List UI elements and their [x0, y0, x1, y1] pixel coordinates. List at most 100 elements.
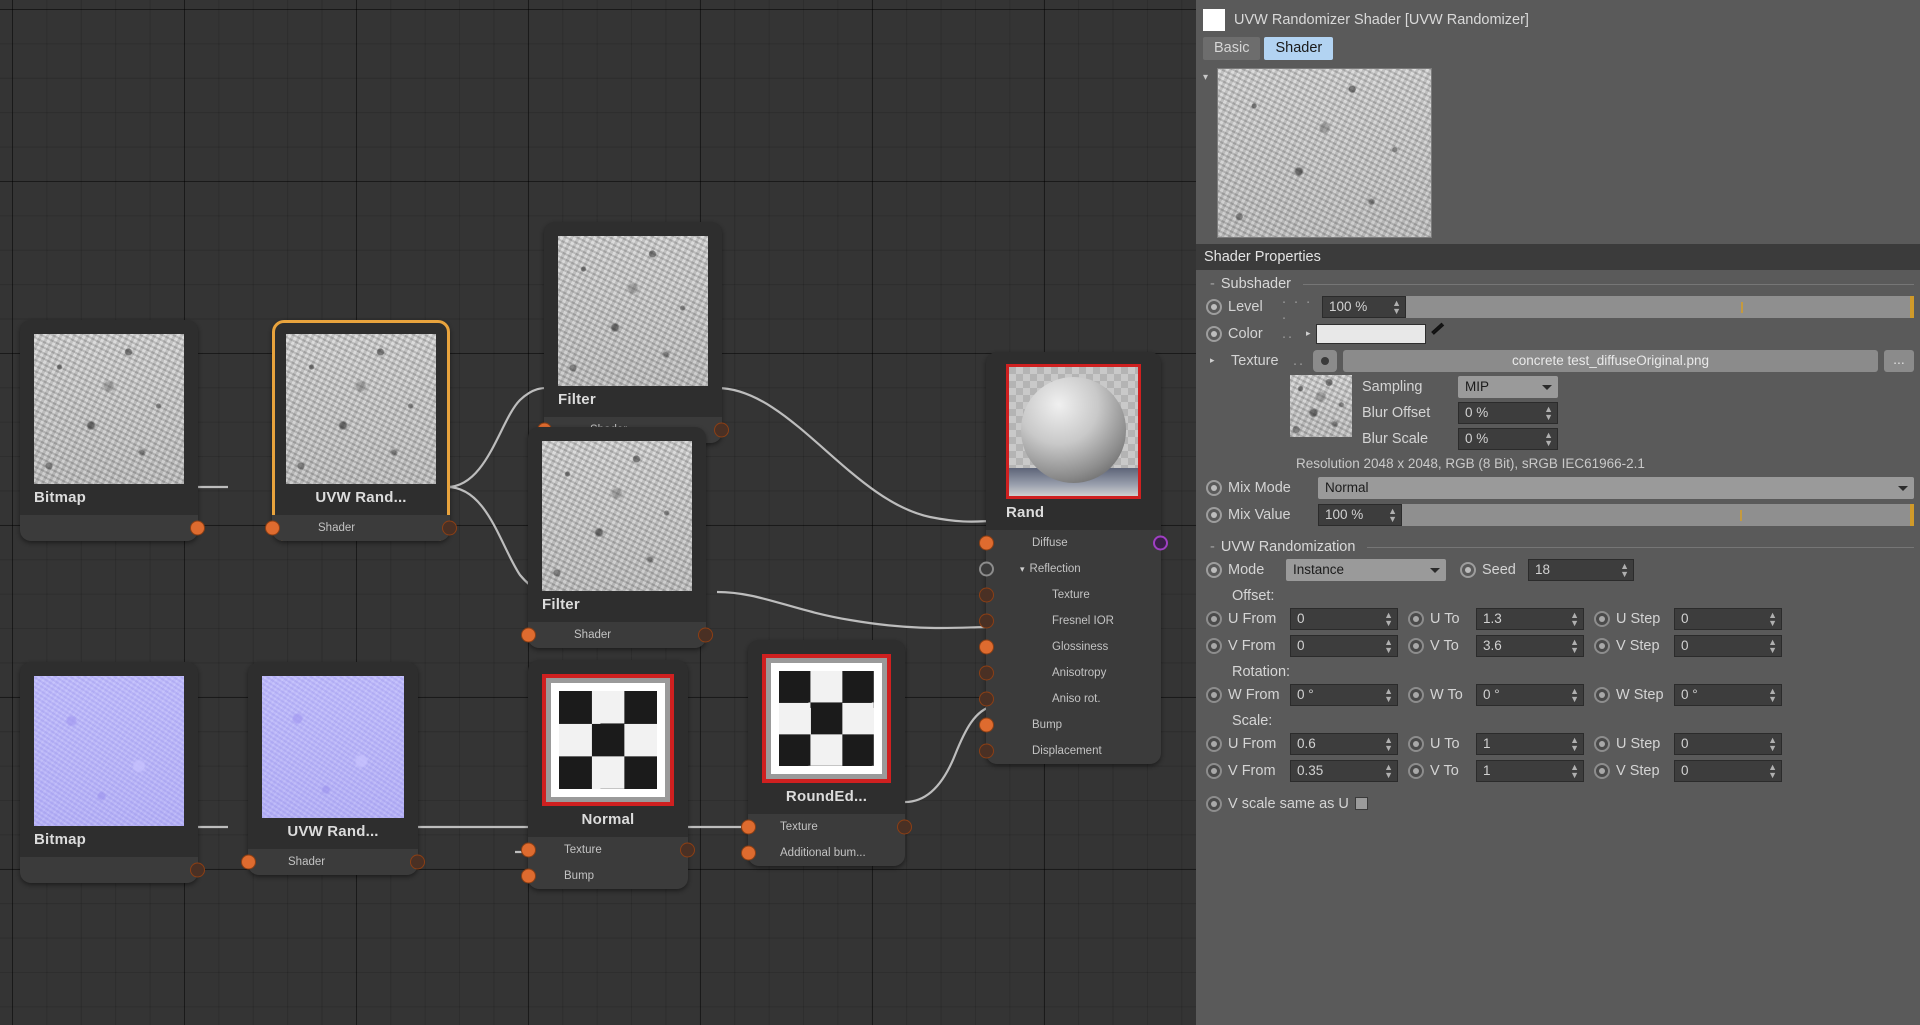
offset-u-step-radio[interactable] — [1594, 610, 1610, 627]
port-in-aniso-rot[interactable] — [979, 691, 994, 707]
port-in-additional-bump[interactable] — [741, 845, 756, 861]
rot-w-from-radio[interactable] — [1206, 686, 1222, 703]
group-collapse-dash[interactable]: - — [1210, 276, 1215, 292]
scale-v-from-input[interactable]: 0.35 ▲ ▼ — [1290, 759, 1398, 782]
port-out-shader[interactable] — [680, 842, 695, 858]
rot-w-to-input[interactable]: 0 ° ▲ ▼ — [1476, 683, 1584, 706]
port-in-diffuse[interactable] — [979, 535, 994, 551]
node-port-row-texture[interactable]: Texture — [741, 814, 912, 840]
seed-anim-radio[interactable] — [1460, 561, 1476, 578]
node-port-row-texture[interactable]: Texture — [979, 582, 1161, 608]
scale-u-from-input[interactable]: 0.6 ▲ ▼ — [1290, 732, 1398, 755]
port-out-shader[interactable] — [190, 520, 205, 536]
offset-v-step-radio[interactable] — [1594, 637, 1610, 654]
sampling-dropdown[interactable]: MIP — [1458, 376, 1558, 398]
texture-path-field[interactable]: concrete test_diffuseOriginal.png — [1343, 349, 1878, 372]
mode-anim-radio[interactable] — [1206, 561, 1222, 578]
port-out-shader[interactable] — [714, 422, 729, 438]
node-bitmap-normal[interactable]: Bitmap — [20, 662, 205, 883]
port-out-shader[interactable] — [410, 854, 425, 870]
mix-value-anim-radio[interactable] — [1206, 506, 1222, 523]
scale-u-to-radio[interactable] — [1408, 735, 1424, 752]
node-port-row-texture[interactable]: Texture — [521, 837, 695, 863]
node-filter-lower[interactable]: Filter Shader — [521, 427, 713, 648]
level-slider[interactable] — [1406, 295, 1914, 318]
offset-v-from-input[interactable]: 0 ▲ ▼ — [1290, 634, 1398, 657]
port-in-glossiness[interactable] — [979, 639, 994, 655]
port-in-displacement[interactable] — [979, 743, 994, 759]
node-editor-canvas[interactable]: Bitmap UVW Rand... Shader Filter Filter … — [0, 0, 1196, 1025]
scale-v-step-input[interactable]: 0 ▲ ▼ — [1674, 759, 1782, 782]
port-in-shader[interactable] — [521, 627, 536, 643]
v-scale-same-checkbox[interactable] — [1354, 797, 1368, 810]
node-port-row-reflection[interactable]: ▾ Reflection — [979, 556, 1161, 582]
scale-v-to-radio[interactable] — [1408, 762, 1424, 779]
scale-u-step-input[interactable]: 0 ▲ ▼ — [1674, 732, 1782, 755]
level-anim-radio[interactable] — [1206, 298, 1222, 315]
node-port-row-displacement[interactable]: Displacement — [979, 738, 1161, 764]
node-port-row-bump[interactable]: Bump — [521, 863, 688, 889]
color-anim-radio[interactable] — [1206, 325, 1222, 342]
node-round-edges[interactable]: RoundEd... Texture Additional bum... — [741, 640, 912, 866]
node-port-row-shader[interactable]: Shader — [241, 849, 425, 875]
node-uvw-randomizer-diffuse[interactable]: UVW Rand... Shader — [265, 320, 457, 541]
rot-w-step-radio[interactable] — [1594, 686, 1610, 703]
v-scale-same-radio[interactable] — [1206, 795, 1222, 812]
port-out-shader[interactable] — [442, 520, 457, 536]
mix-value-slider[interactable] — [1402, 503, 1914, 526]
port-in-texture[interactable] — [741, 819, 756, 835]
node-filter-upper[interactable]: Filter Shader — [537, 222, 729, 443]
group-title-uvw-randomization[interactable]: - UVW Randomization — [1206, 533, 1914, 557]
offset-u-step-input[interactable]: 0 ▲ ▼ — [1674, 607, 1782, 630]
node-port-row-aniso-rot[interactable]: Aniso rot. — [979, 686, 1161, 712]
port-in-reflection[interactable] — [979, 561, 994, 577]
port-in-texture[interactable] — [979, 587, 994, 603]
node-port-row-output[interactable] — [20, 515, 205, 541]
blur-offset-input[interactable]: 0 % ▲ ▼ — [1458, 402, 1558, 424]
node-port-row-output[interactable] — [20, 857, 205, 883]
node-port-row-shader[interactable]: Shader — [265, 515, 457, 541]
port-in-anisotropy[interactable] — [979, 665, 994, 681]
node-port-row-glossiness[interactable]: Glossiness — [979, 634, 1161, 660]
blur-scale-input[interactable]: 0 % ▲ ▼ — [1458, 428, 1558, 450]
level-input[interactable]: 100 % ▲ ▼ — [1322, 295, 1406, 318]
node-rand-material[interactable]: Rand Diffuse ▾ Reflection Texture Fresnel… — [979, 352, 1168, 764]
mode-dropdown[interactable]: Instance — [1286, 558, 1446, 581]
node-uvw-randomizer-normal[interactable]: UVW Rand... Shader — [241, 662, 425, 875]
chevron-down-icon[interactable]: ▾ — [1020, 564, 1025, 574]
mix-mode-anim-radio[interactable] — [1206, 479, 1222, 496]
node-bitmap-diffuse[interactable]: Bitmap — [20, 320, 205, 541]
tab-basic[interactable]: Basic — [1203, 37, 1261, 60]
scale-v-step-radio[interactable] — [1594, 762, 1610, 779]
mix-value-input[interactable]: 100 % ▲ ▼ — [1318, 503, 1402, 526]
seed-input[interactable]: 18 ▲ ▼ — [1528, 558, 1634, 581]
offset-v-to-input[interactable]: 3.6 ▲ ▼ — [1476, 634, 1584, 657]
rot-w-step-input[interactable]: 0 ° ▲ ▼ — [1674, 683, 1782, 706]
node-port-row-diffuse[interactable]: Diffuse — [979, 530, 1168, 556]
scale-u-to-input[interactable]: 1 ▲ ▼ — [1476, 732, 1584, 755]
port-in-texture[interactable] — [521, 842, 536, 858]
offset-u-to-radio[interactable] — [1408, 610, 1424, 627]
node-port-row-shader[interactable]: Shader — [521, 622, 713, 648]
offset-u-from-input[interactable]: 0 ▲ ▼ — [1290, 607, 1398, 630]
scale-v-to-input[interactable]: 1 ▲ ▼ — [1476, 759, 1584, 782]
offset-v-from-radio[interactable] — [1206, 637, 1222, 654]
node-port-row-anisotropy[interactable]: Anisotropy — [979, 660, 1161, 686]
scale-v-from-radio[interactable] — [1206, 762, 1222, 779]
node-port-row-additional-bump[interactable]: Additional bum... — [741, 840, 905, 866]
offset-u-from-radio[interactable] — [1206, 610, 1222, 627]
port-in-fresnel-ior[interactable] — [979, 613, 994, 629]
texture-options-button[interactable] — [1313, 349, 1337, 372]
panel-tab-bar[interactable]: Basic Shader — [1196, 32, 1920, 64]
offset-u-to-input[interactable]: 1.3 ▲ ▼ — [1476, 607, 1584, 630]
rot-w-to-radio[interactable] — [1408, 686, 1424, 703]
port-in-shader[interactable] — [265, 520, 280, 536]
port-in-bump[interactable] — [521, 868, 536, 884]
texture-expand-arrow-icon[interactable]: ▸ — [1210, 355, 1226, 366]
scale-u-from-radio[interactable] — [1206, 735, 1222, 752]
rot-w-from-input[interactable]: 0 ° ▲ ▼ — [1290, 683, 1398, 706]
group-collapse-dash[interactable]: - — [1210, 539, 1215, 555]
texture-browse-button[interactable]: ... — [1884, 349, 1914, 372]
scale-u-step-radio[interactable] — [1594, 735, 1610, 752]
offset-v-step-input[interactable]: 0 ▲ ▼ — [1674, 634, 1782, 657]
